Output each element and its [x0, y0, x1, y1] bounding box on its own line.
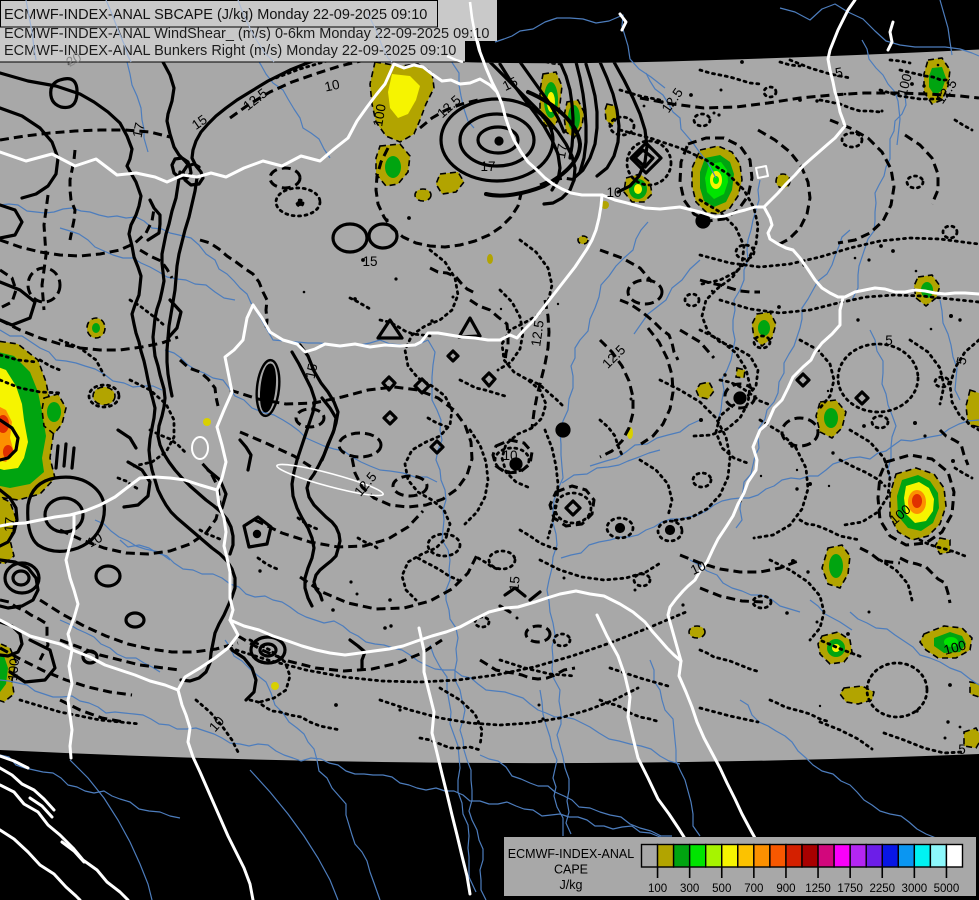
svg-text:10: 10	[606, 185, 621, 200]
svg-text:1250: 1250	[805, 883, 831, 895]
svg-text:5000: 5000	[934, 883, 960, 895]
svg-text:100: 100	[5, 658, 22, 682]
svg-text:15: 15	[362, 254, 377, 269]
svg-text:10: 10	[323, 77, 341, 95]
svg-text:ECMWF-INDEX-ANAL: ECMWF-INDEX-ANAL	[508, 847, 634, 861]
svg-text:15: 15	[506, 575, 522, 591]
svg-text:500: 500	[712, 883, 731, 895]
svg-text:3000: 3000	[902, 883, 928, 895]
svg-text:10: 10	[502, 448, 517, 463]
svg-text:100: 100	[648, 883, 667, 895]
svg-text:17: 17	[1, 516, 17, 532]
svg-text:900: 900	[776, 883, 795, 895]
svg-text:2250: 2250	[869, 883, 895, 895]
svg-text:5: 5	[958, 742, 966, 757]
svg-text:ECMWF-INDEX-ANAL SBCAPE (J/kg): ECMWF-INDEX-ANAL SBCAPE (J/kg) Monday 22…	[4, 7, 427, 23]
svg-text:J/kg: J/kg	[560, 878, 583, 892]
svg-text:5: 5	[885, 333, 893, 348]
svg-text:17: 17	[130, 121, 148, 139]
svg-text:CAPE: CAPE	[554, 863, 588, 877]
svg-text:17: 17	[553, 143, 570, 160]
svg-text:300: 300	[680, 883, 699, 895]
svg-text:1750: 1750	[837, 883, 863, 895]
svg-text:700: 700	[744, 883, 763, 895]
svg-text:17: 17	[480, 159, 495, 174]
svg-text:ECMWF-INDEX-ANAL WindShear_ (m: ECMWF-INDEX-ANAL WindShear_ (m/s) 0-6km …	[4, 26, 489, 42]
svg-text:15: 15	[303, 362, 321, 380]
